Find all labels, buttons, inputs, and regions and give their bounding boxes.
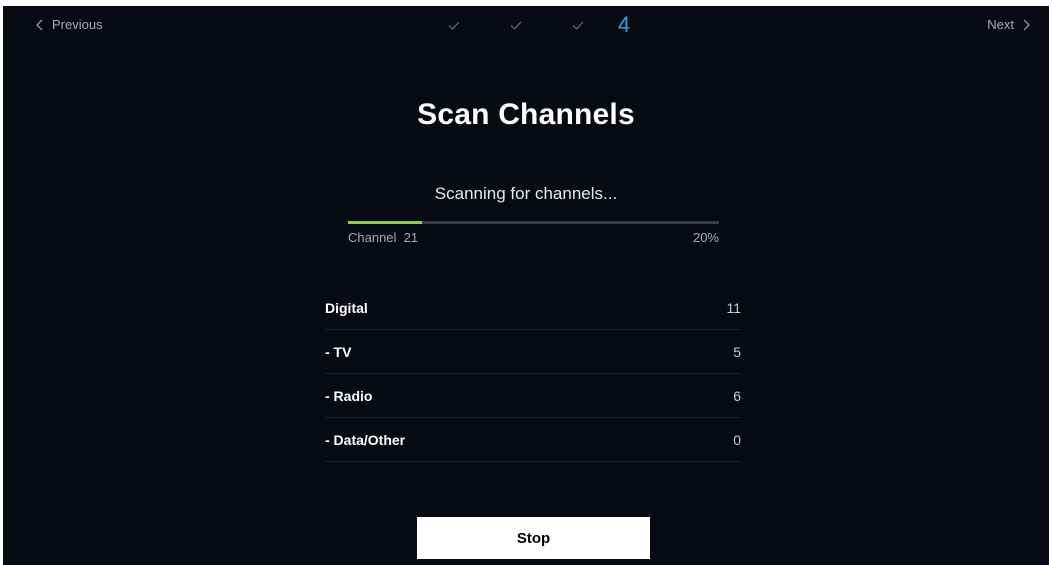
step-2-done [485,12,547,38]
count-row-data-other: - Data/Other 0 [325,418,741,462]
page-title: Scan Channels [417,98,635,131]
next-button[interactable]: Next [987,17,1031,32]
checkmark-icon [510,21,522,30]
count-row-digital: Digital 11 [325,286,741,330]
next-label: Next [987,17,1014,32]
previous-label: Previous [52,17,103,32]
scan-progress-bar [348,221,719,224]
count-value: 5 [733,343,741,360]
step-3-done [547,12,609,38]
count-label: Digital [325,299,368,316]
progress-percent: 20% [692,230,719,245]
wizard-steps: 4 [423,12,639,38]
count-label: - TV [325,343,352,360]
current-channel: Channel 21 [348,230,419,245]
count-label: - Data/Other [325,431,406,448]
scan-status: Scanning for channels... [434,184,618,203]
previous-button[interactable]: Previous [35,17,103,32]
scan-channels-screen: Previous 4 Next Scan Channels Scanning f… [3,6,1049,565]
count-value: 6 [733,387,741,404]
count-value: 11 [726,299,741,316]
count-row-radio: - Radio 6 [325,374,741,418]
step-1-done [423,12,485,38]
chevron-right-icon [1023,19,1030,30]
count-row-tv: - TV 5 [325,330,741,374]
checkmark-icon [448,21,460,30]
count-label: - Radio [325,387,373,404]
scan-progress-fill [348,221,423,224]
stop-button[interactable]: Stop [417,517,650,559]
channel-counts: Digital 11 - TV 5 - Radio 6 - Data/Other… [325,286,741,462]
step-current: 4 [617,12,631,37]
count-value: 0 [733,431,741,448]
checkmark-icon [572,21,584,30]
chevron-left-icon [36,19,43,30]
